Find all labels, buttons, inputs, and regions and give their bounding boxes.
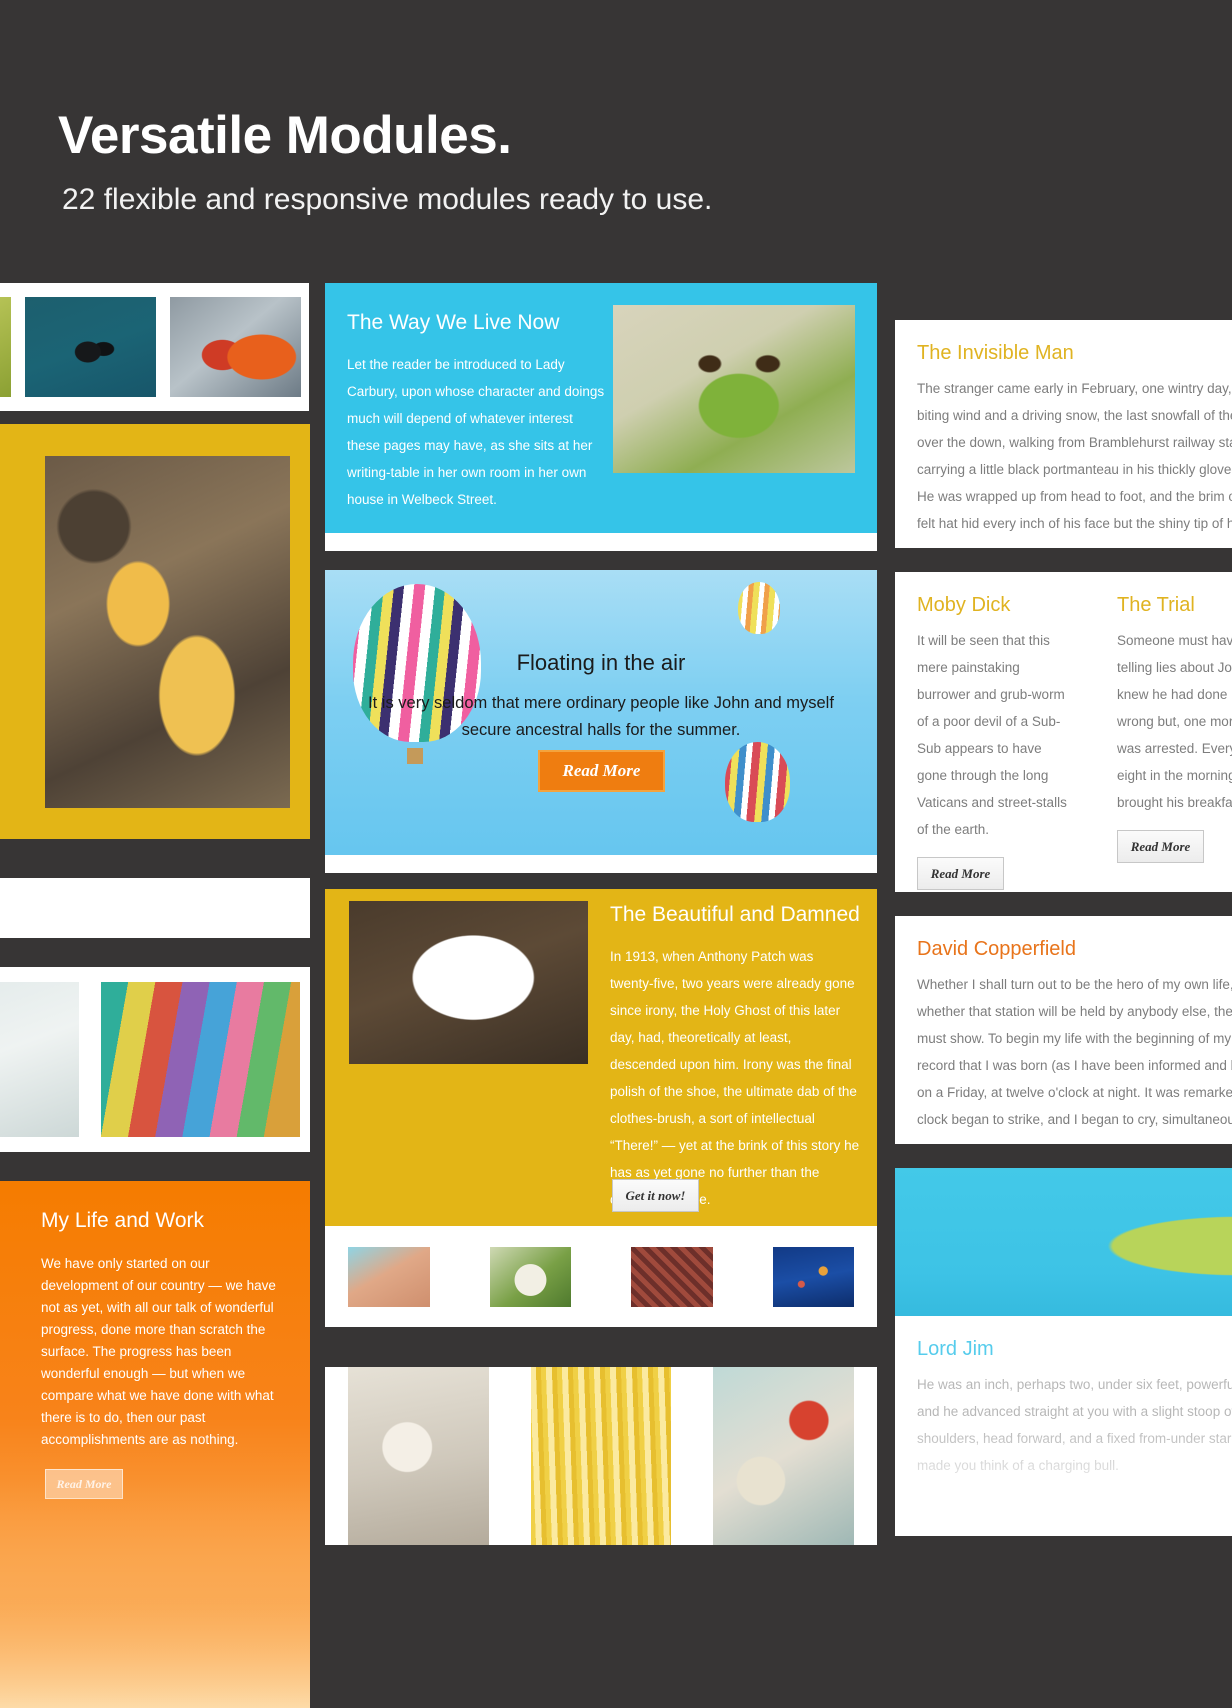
balloons-night-sky-photo[interactable]	[772, 1246, 854, 1307]
way-we-live-now-module: The Way We Live Now Let the reader be in…	[325, 283, 877, 533]
balloon-gallery-module	[0, 967, 310, 1152]
pink-balloon-chair-photo[interactable]	[0, 982, 79, 1137]
beautiful-and-damned-body: In 1913, when Anthony Patch was twenty-f…	[610, 949, 860, 1207]
frog-image-module	[895, 1168, 1232, 1318]
my-life-body: We have only started on our development …	[41, 1256, 276, 1447]
hands-water-photo[interactable]	[348, 1246, 430, 1307]
invisible-man-title: The Invisible Man	[917, 342, 1074, 364]
three-thumbnail-strip-module	[325, 1367, 877, 1545]
moby-dick-module: Moby Dick It will be seen that this mere…	[895, 572, 1095, 892]
the-trial-body: Someone must have been telling lies abou…	[1117, 633, 1232, 810]
lord-jim-module: Lord Jim He was an inch, perhaps two, un…	[895, 1316, 1232, 1536]
medium-hot-air-balloon-icon	[725, 742, 790, 822]
the-trial-read-more-button[interactable]: Read More	[1117, 830, 1204, 863]
pumpkin-soup-bowls-photo[interactable]	[45, 456, 290, 808]
lord-jim-body: He was an inch, perhaps two, under six f…	[917, 1377, 1232, 1473]
page-subtitle: 22 flexible and responsive modules ready…	[62, 183, 713, 216]
pasta-plate-photo[interactable]	[349, 901, 588, 1064]
ant-on-plant-photo[interactable]	[25, 297, 156, 397]
floating-in-the-air-module: Floating in the air It is very seldom th…	[325, 570, 877, 855]
small-hot-air-balloon-icon	[738, 582, 780, 634]
moby-dick-read-more-button[interactable]: Read More	[917, 857, 1004, 890]
left-gallery-module	[0, 283, 309, 411]
grasshopper-photo[interactable]	[613, 305, 855, 473]
balloon-basket-icon	[407, 748, 423, 764]
david-copperfield-module: David Copperfield Whether I shall turn o…	[895, 916, 1232, 1144]
hero-banner: Versatile Modules. 22 flexible and respo…	[0, 0, 1232, 281]
soup-card-text-fragment: ngeand	[0, 484, 14, 704]
lord-jim-title: Lord Jim	[917, 1338, 994, 1360]
get-it-now-button[interactable]: Get it now!	[612, 1179, 699, 1212]
david-copperfield-body: Whether I shall turn out to be the hero …	[917, 977, 1232, 1127]
invisible-man-module: The Invisible Man The stranger came earl…	[895, 320, 1232, 548]
beautiful-and-damned-module: The Beautiful and Damned In 1913, when A…	[325, 889, 877, 1226]
floating-card-bottom-strip	[325, 855, 877, 873]
way-we-live-now-title: The Way We Live Now	[347, 311, 560, 334]
tomato-dumplings-photo[interactable]	[713, 1367, 855, 1545]
red-crab-photo[interactable]	[170, 297, 301, 397]
my-life-read-more-button[interactable]: Read More	[45, 1469, 123, 1499]
moby-dick-body: It will be seen that this mere painstaki…	[917, 633, 1067, 837]
pasta-strands-photo[interactable]	[530, 1367, 672, 1545]
invisible-man-body: The stranger came early in February, one…	[917, 381, 1232, 531]
colorful-balloons-photo[interactable]	[101, 982, 300, 1137]
floating-read-more-button[interactable]: Read More	[538, 750, 665, 792]
watch-more-module: Watch More	[0, 878, 310, 938]
page-title: Versatile Modules.	[58, 106, 512, 165]
soup-feature-module: ngeand	[0, 424, 310, 839]
rusty-tower-photo[interactable]	[631, 1246, 713, 1307]
green-frog-cyan-background-photo[interactable]	[895, 1168, 1232, 1318]
leaf-photo[interactable]	[0, 297, 11, 397]
bicycle-wheel-grass-photo[interactable]	[489, 1246, 571, 1307]
way-card-bottom-strip	[325, 533, 877, 551]
david-copperfield-title: David Copperfield	[917, 938, 1076, 960]
my-life-fade-overlay	[0, 1478, 310, 1708]
floating-title: Floating in the air	[516, 650, 686, 675]
the-trial-title: The Trial	[1117, 594, 1195, 616]
four-thumbnail-strip-module	[325, 1226, 877, 1327]
way-we-live-now-body: Let the reader be introduced to Lady Car…	[347, 357, 605, 507]
my-life-title: My Life and Work	[41, 1209, 205, 1232]
moby-dick-title: Moby Dick	[917, 594, 1011, 616]
floating-body: It is very seldom that mere ordinary peo…	[368, 694, 834, 739]
the-trial-module: The Trial Someone must have been telling…	[1095, 572, 1232, 892]
my-life-and-work-module: My Life and Work We have only started on…	[0, 1181, 310, 1708]
flour-dough-photo[interactable]	[348, 1367, 489, 1545]
beautiful-and-damned-title: The Beautiful and Damned	[610, 903, 860, 926]
